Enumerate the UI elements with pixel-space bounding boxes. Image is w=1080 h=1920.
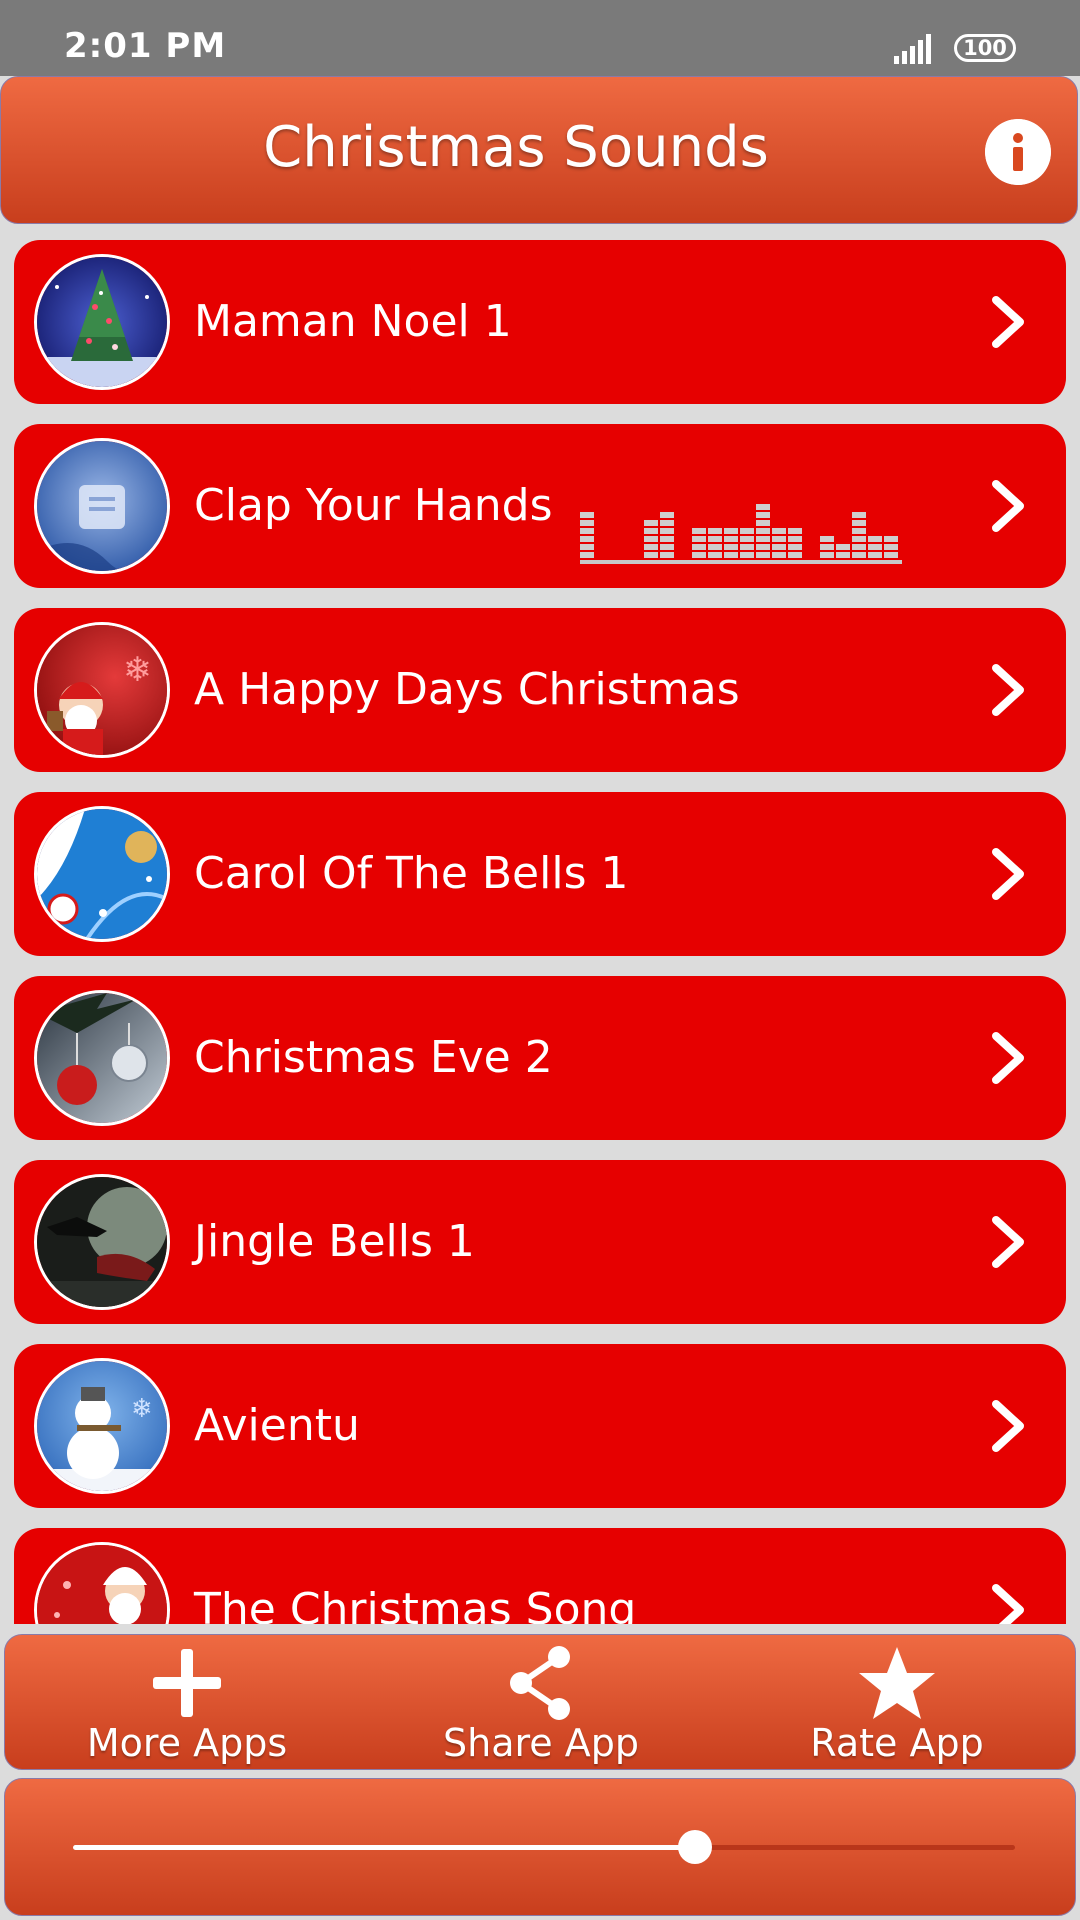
seek-bar-thumb[interactable] <box>677 1830 712 1864</box>
rate-app-label: Rate App <box>810 1721 984 1765</box>
list-item-label: Carol Of The Bells 1 <box>194 848 629 899</box>
thumbnail-snowman: ❄ <box>34 1358 170 1494</box>
list-item[interactable]: Jingle Bells 1 <box>14 1160 1066 1324</box>
seek-bar[interactable] <box>73 1830 1015 1864</box>
player-bar <box>4 1778 1076 1916</box>
signal-icon <box>894 34 931 64</box>
list-item-label: Christmas Eve 2 <box>194 1032 553 1083</box>
list-item-label: A Happy Days Christmas <box>194 664 740 715</box>
chevron-right-icon[interactable] <box>988 1030 1028 1086</box>
list-item-label: Jingle Bells 1 <box>194 1216 475 1267</box>
share-icon <box>510 1646 570 1720</box>
list-item[interactable]: Christmas Eve 2 <box>14 976 1066 1140</box>
battery-icon: 100 <box>954 34 1016 62</box>
list-item-label: Avientu <box>194 1400 360 1451</box>
list-item[interactable]: Clap Your Hands <box>14 424 1066 588</box>
chevron-right-icon[interactable] <box>988 1398 1028 1454</box>
info-icon[interactable] <box>985 119 1051 185</box>
chevron-right-icon[interactable] <box>988 478 1028 534</box>
sound-list[interactable]: Maman Noel 1 Clap Your Hands ❄ A Happy D… <box>0 224 1080 1624</box>
app-header: Christmas Sounds <box>0 76 1078 224</box>
page-title: Christmas Sounds <box>263 115 769 180</box>
plus-icon <box>153 1649 221 1717</box>
thumbnail-snow-ornament <box>34 438 170 574</box>
thumbnail-ornaments-dark <box>34 990 170 1126</box>
list-item-label: The Christmas Song <box>194 1584 637 1624</box>
svg-text:❄: ❄ <box>131 1394 153 1424</box>
chevron-right-icon[interactable] <box>988 662 1028 718</box>
thumbnail-christmas-tree <box>34 254 170 390</box>
bottom-nav-bar: More Apps Share App Rate App <box>4 1634 1076 1770</box>
list-item[interactable]: ❄ Avientu <box>14 1344 1066 1508</box>
chevron-right-icon[interactable] <box>988 846 1028 902</box>
star-icon <box>859 1647 935 1719</box>
chevron-right-icon[interactable] <box>988 1582 1028 1624</box>
list-item[interactable]: ❄ A Happy Days Christmas <box>14 608 1066 772</box>
list-item-label: Maman Noel 1 <box>194 296 512 347</box>
more-apps-button[interactable]: More Apps <box>37 1635 337 1771</box>
list-item-label: Clap Your Hands <box>194 480 553 531</box>
thumbnail-sleigh-moon <box>34 1174 170 1310</box>
rate-app-button[interactable]: Rate App <box>747 1635 1047 1771</box>
status-time: 2:01 PM <box>64 26 227 66</box>
seek-bar-progress <box>73 1845 695 1850</box>
equalizer-icon <box>580 504 902 564</box>
chevron-right-icon[interactable] <box>988 294 1028 350</box>
thumbnail-santa-red <box>34 1542 170 1624</box>
svg-text:❄: ❄ <box>123 650 152 690</box>
thumbnail-santa: ❄ <box>34 622 170 758</box>
share-app-label: Share App <box>443 1721 639 1765</box>
thumbnail-blue-baubles <box>34 806 170 942</box>
share-app-button[interactable]: Share App <box>391 1635 691 1771</box>
more-apps-label: More Apps <box>86 1721 288 1765</box>
status-bar: 2:01 PM 100 <box>0 0 1080 76</box>
list-item[interactable]: The Christmas Song <box>14 1528 1066 1624</box>
list-item[interactable]: Carol Of The Bells 1 <box>14 792 1066 956</box>
chevron-right-icon[interactable] <box>988 1214 1028 1270</box>
list-item[interactable]: Maman Noel 1 <box>14 240 1066 404</box>
